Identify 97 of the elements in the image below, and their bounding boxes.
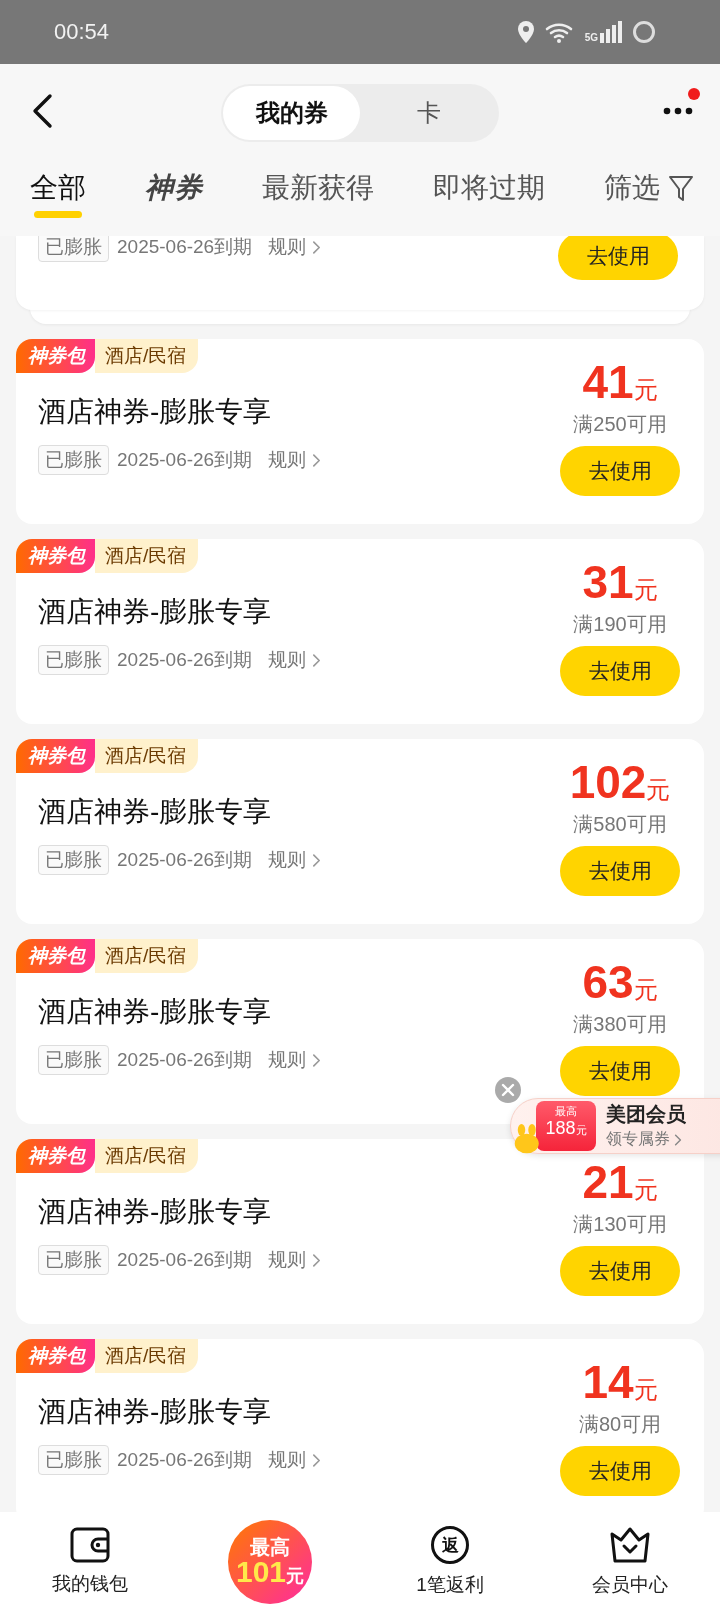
wifi-icon [544, 21, 575, 43]
use-button[interactable]: 去使用 [560, 646, 680, 696]
filter-tab[interactable]: 筛选 [604, 169, 694, 225]
promo-link[interactable]: 领专属券 [606, 1129, 682, 1150]
currency-unit: 元 [633, 378, 658, 402]
status-tag: 已膨胀 [38, 645, 109, 675]
expiry-date: 2025-06-26到期 [117, 448, 253, 472]
nav-item[interactable]: 会员中心 [540, 1526, 720, 1598]
category-tag: 酒店/民宿 [95, 739, 199, 773]
coupon-title: 酒店神券-膨胀专享 [38, 395, 273, 429]
chevron-icon [312, 239, 322, 255]
rules-link[interactable]: 规则 [268, 1447, 322, 1473]
status-tag: 已膨胀 [38, 1245, 109, 1275]
coupon-title: 酒店神券-膨胀专享 [38, 995, 273, 1029]
category-tag: 酒店/民宿 [95, 339, 199, 373]
pack-tag: 神券包 [16, 739, 95, 773]
nav-item[interactable]: 我的钱包 [0, 1527, 180, 1597]
signal-icon [600, 21, 622, 43]
usage-condition: 满190可用 [573, 612, 667, 637]
status-tag: 已膨胀 [38, 236, 109, 262]
expiry-date: 2025-06-26到期 [117, 648, 253, 672]
rebate-icon: 返 [431, 1526, 469, 1564]
category-tag: 酒店/民宿 [95, 1339, 199, 1373]
promo-title: 美团会员 [606, 1102, 686, 1127]
currency-unit: 元 [633, 1378, 658, 1402]
rules-link[interactable]: 规则 [268, 447, 322, 473]
chevron-icon [312, 1252, 322, 1268]
filter-tab[interactable]: 最新获得 [262, 169, 374, 225]
category-tag: 酒店/民宿 [95, 939, 199, 973]
location-icon [516, 20, 535, 44]
coupon-amount: 14 [582, 1359, 634, 1405]
filter-icon [668, 175, 694, 203]
chevron-icon [312, 852, 322, 868]
use-button[interactable]: 去使用 [560, 446, 680, 496]
coupon-title: 酒店神券-膨胀专享 [38, 1195, 273, 1229]
battery-ring-icon [632, 20, 656, 44]
currency-unit: 元 [633, 1178, 658, 1202]
category-tag: 酒店/民宿 [95, 1139, 199, 1173]
use-button[interactable]: 去使用 [560, 1446, 680, 1496]
filter-tab[interactable]: 全部 [30, 169, 86, 225]
status-time: 00:54 [54, 19, 110, 45]
mascot-icon [514, 1124, 541, 1154]
network-label: 5G [584, 33, 598, 43]
rules-link[interactable]: 规则 [268, 847, 322, 873]
usage-condition: 满80可用 [578, 1412, 662, 1437]
coupon-title: 酒店神券-膨胀专享 [38, 595, 273, 629]
status-tag: 已膨胀 [38, 445, 109, 475]
status-tag: 已膨胀 [38, 1445, 109, 1475]
usage-condition: 满130可用 [573, 1212, 667, 1237]
pack-tag: 神券包 [16, 939, 95, 973]
usage-condition: 满380可用 [573, 1012, 667, 1037]
amount-badge: 最高 188元 [536, 1101, 596, 1151]
currency-unit: 元 [633, 578, 658, 602]
use-button[interactable]: 去使用 [560, 1046, 680, 1096]
expiry-date: 2025-06-26到期 [117, 848, 253, 872]
pack-tag: 神券包 [16, 539, 95, 573]
status-tag: 已膨胀 [38, 1045, 109, 1075]
rules-link[interactable]: 规则 [268, 647, 322, 673]
pack-tag: 神券包 [16, 1339, 95, 1373]
wallet-icon [70, 1527, 110, 1563]
category-tag: 酒店/民宿 [95, 539, 199, 573]
use-button[interactable]: 去使用 [560, 846, 680, 896]
coupon-amount: 63 [582, 959, 634, 1005]
coupon-title: 酒店神券-膨胀专享 [38, 1395, 273, 1429]
expiry-date: 2025-06-26到期 [117, 1248, 253, 1272]
chevron-icon [674, 1132, 682, 1147]
usage-condition: 满250可用 [573, 412, 667, 437]
expiry-date: 2025-06-26到期 [117, 236, 253, 259]
filter-tab[interactable]: 即将过期 [433, 169, 545, 225]
rules-link[interactable]: 规则 [268, 1047, 322, 1073]
pack-tag: 神券包 [16, 1139, 95, 1173]
status-tag: 已膨胀 [38, 845, 109, 875]
coupon-amount: 31 [582, 559, 634, 605]
coupon-amount: 21 [582, 1159, 634, 1205]
use-button[interactable]: 去使用 [558, 236, 678, 280]
crown-icon [609, 1526, 651, 1564]
usage-condition: 满580可用 [573, 812, 667, 837]
chevron-icon [312, 1452, 322, 1468]
rules-link[interactable]: 规则 [268, 236, 322, 260]
expiry-date: 2025-06-26到期 [117, 1048, 253, 1072]
coupon-title: 酒店神券-膨胀专享 [38, 795, 273, 829]
coupon-amount: 41 [582, 359, 634, 405]
chevron-icon [312, 652, 322, 668]
filter-tab[interactable]: 神券 [145, 169, 203, 225]
use-button[interactable]: 去使用 [560, 1246, 680, 1296]
chevron-icon [312, 452, 322, 468]
pack-tag: 神券包 [16, 339, 95, 373]
coupon-amount: 102 [569, 759, 647, 805]
segment-tab[interactable]: 我的券 [223, 86, 360, 140]
expiry-date: 2025-06-26到期 [117, 1448, 253, 1472]
currency-unit: 元 [646, 778, 671, 802]
currency-unit: 元 [633, 978, 658, 1002]
chevron-icon [312, 1052, 322, 1068]
rules-link[interactable]: 规则 [268, 1247, 322, 1273]
more-icon[interactable] [663, 107, 693, 115]
nav-item[interactable]: 返 1笔返利 [360, 1526, 540, 1598]
segment-tab[interactable]: 卡 [360, 86, 497, 140]
